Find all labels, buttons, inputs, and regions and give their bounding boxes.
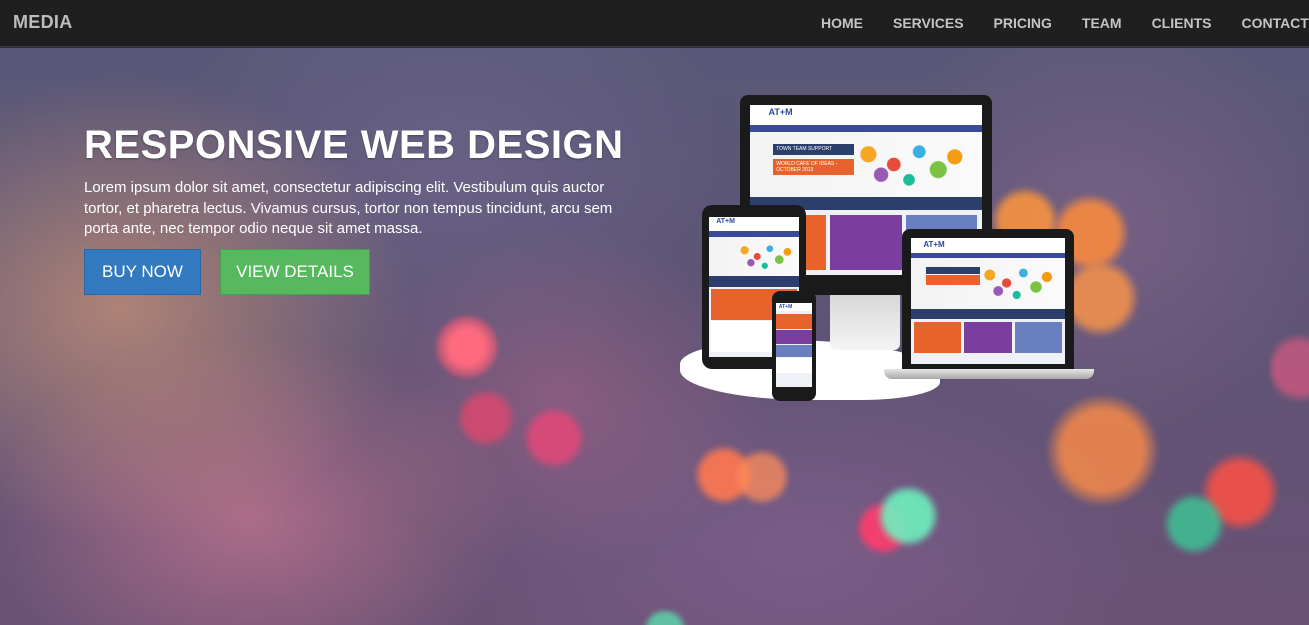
tablet-logo: AT+M <box>716 218 735 226</box>
laptop-device: AT+M <box>902 229 1074 369</box>
responsive-devices-image: AT+M TOWN TEAM SUPPORT WORLD CAFE OF IDE… <box>680 95 1100 415</box>
bokeh-light <box>876 484 940 548</box>
phone-logo: AT+M <box>778 303 793 310</box>
nav-item-services[interactable]: SERVICES <box>893 15 964 31</box>
bokeh-light <box>640 610 690 625</box>
brand-logo[interactable]: MEDIA <box>13 12 73 33</box>
nav-item-clients[interactable]: CLIENTS <box>1152 15 1212 31</box>
nav-item-pricing[interactable]: PRICING <box>994 15 1052 31</box>
laptop-logo: AT+M <box>923 239 945 249</box>
laptop-base <box>884 369 1094 379</box>
nav-item-team[interactable]: TEAM <box>1082 15 1122 31</box>
bokeh-light <box>436 316 498 378</box>
top-navbar: MEDIA HOME SERVICES PRICING TEAM CLIENTS… <box>0 0 1309 47</box>
bokeh-light <box>733 448 791 506</box>
nav-menu: HOME SERVICES PRICING TEAM CLIENTS CONTA… <box>821 15 1309 31</box>
phone-device: AT+M <box>772 291 816 401</box>
site-logo-text: AT+M <box>768 107 793 118</box>
bokeh-light <box>456 388 516 448</box>
bokeh-light <box>522 406 586 470</box>
nav-item-contact[interactable]: CONTACT <box>1241 15 1308 31</box>
nav-item-home[interactable]: HOME <box>821 15 863 31</box>
view-details-button[interactable]: VIEW DETAILS <box>220 249 370 295</box>
buy-now-button[interactable]: BUY NOW <box>84 249 201 295</box>
monitor-stand <box>830 295 900 350</box>
hero-description: Lorem ipsum dolor sit amet, consectetur … <box>84 179 613 237</box>
hero-title: RESPONSIVE WEB DESIGN <box>84 123 624 167</box>
bokeh-light <box>1162 492 1226 556</box>
bokeh-light <box>1270 328 1309 408</box>
